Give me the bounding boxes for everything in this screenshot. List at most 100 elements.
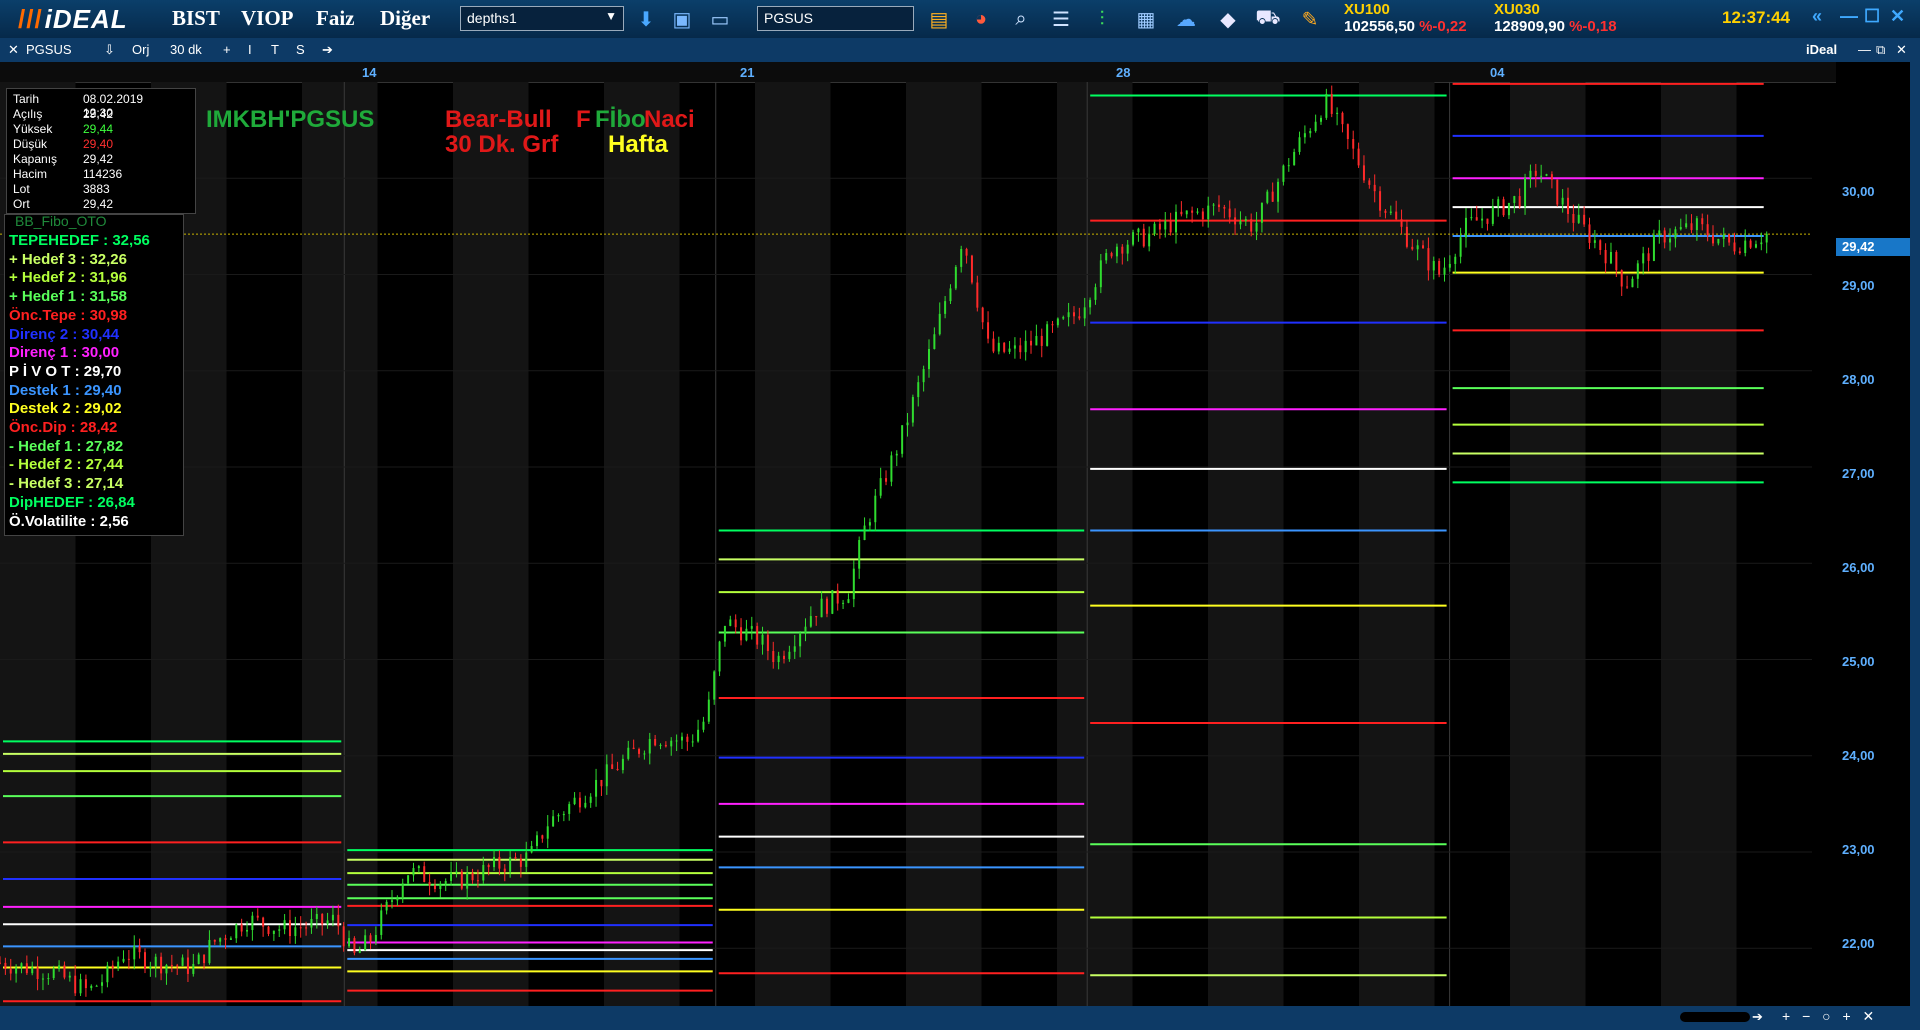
candle-body: [476, 880, 479, 882]
menu-bist[interactable]: BIST: [172, 6, 220, 31]
chart-symbol[interactable]: PGSUS: [26, 42, 72, 57]
candle-body: [1260, 202, 1263, 223]
index-xu030[interactable]: XU030 128909,90 %-0,18: [1494, 1, 1617, 35]
candle-body: [627, 747, 630, 759]
candle-body: [391, 900, 394, 902]
candle-body: [1712, 235, 1715, 244]
candles-icon[interactable]: ⫶: [1088, 5, 1116, 33]
pie-chart-icon[interactable]: ◕: [967, 5, 995, 33]
candle-body: [471, 872, 474, 881]
candle-body: [1239, 220, 1242, 225]
close-chart-icon[interactable]: ✕: [8, 42, 19, 58]
interval-button[interactable]: 30 dk: [170, 42, 202, 57]
minimize-icon[interactable]: —: [1840, 6, 1858, 27]
index-xu100[interactable]: XU100 102556,50 %-0,22: [1344, 1, 1467, 35]
layout-combo[interactable]: depths1 ▼: [460, 6, 624, 31]
period-title: Hafta: [608, 131, 669, 158]
candle-body: [1405, 226, 1408, 247]
ohlc-key: Yüksek: [13, 122, 53, 136]
trend-button[interactable]: T: [271, 42, 279, 57]
folder-icon[interactable]: ▤: [925, 5, 953, 33]
candle-body: [25, 963, 28, 974]
candle-body: [143, 952, 146, 969]
candle-body: [1427, 248, 1430, 271]
candle-body: [1121, 246, 1124, 254]
original-button[interactable]: Orj: [132, 42, 149, 57]
candle-body: [1013, 345, 1016, 349]
candle-body: [541, 835, 544, 839]
symbol-input[interactable]: PGSUS: [757, 6, 914, 31]
search-icon[interactable]: ⌕: [1007, 5, 1035, 33]
candle-body: [197, 954, 200, 964]
ohlc-key: Kapanış: [13, 152, 58, 166]
card-icon[interactable]: ▦: [1132, 5, 1160, 33]
candle-body: [1685, 223, 1688, 228]
index-change: %-0,18: [1569, 18, 1617, 35]
candle-body: [1400, 219, 1403, 227]
candle-body: [1658, 230, 1661, 236]
candle-body: [117, 961, 120, 968]
close-icon[interactable]: ✕: [1896, 42, 1907, 58]
candle-body: [976, 282, 979, 308]
candle-body: [815, 616, 818, 618]
minimize-icon[interactable]: —: [1858, 42, 1871, 57]
list-icon[interactable]: ☰: [1047, 5, 1075, 33]
download-icon[interactable]: ⬇: [632, 5, 660, 33]
price-chart[interactable]: [0, 82, 1836, 1006]
candle-body: [358, 950, 361, 953]
candle-body: [1502, 199, 1505, 216]
close-icon[interactable]: ✕: [1890, 6, 1905, 27]
maximize-icon[interactable]: ☐: [1864, 6, 1880, 27]
forward-icon[interactable]: ➔: [322, 42, 333, 58]
restore-icon[interactable]: ⧉: [1876, 42, 1885, 58]
candle-body: [1368, 180, 1371, 185]
candle-body: [568, 804, 571, 814]
candle-body: [47, 978, 50, 980]
zoom-controls[interactable]: + − ○ + ✕: [1782, 1008, 1878, 1025]
menu-viop[interactable]: VIOP: [241, 6, 294, 31]
menu-faiz[interactable]: Faiz: [316, 6, 354, 31]
candle-body: [1175, 211, 1178, 233]
candle-body: [380, 910, 383, 935]
candle-body: [15, 967, 18, 974]
candle-body: [793, 646, 796, 652]
candle-body: [251, 915, 254, 931]
candle-body: [944, 301, 947, 314]
indicator-button[interactable]: I: [248, 42, 252, 57]
candle-body: [852, 568, 855, 600]
candle-body: [938, 313, 941, 335]
day-band: [302, 82, 378, 1006]
ohlc-value: 29,42: [83, 197, 114, 211]
candle-body: [820, 598, 823, 618]
candle-body: [1293, 151, 1296, 166]
vertical-scrollbar[interactable]: [1910, 62, 1920, 1006]
candle-body: [691, 741, 694, 743]
brush-icon[interactable]: ✎: [1296, 5, 1324, 33]
chart-window-bar: ✕ PGSUS ⇩ Orj 30 dk + I T S ➔ iDeal — ⧉ …: [0, 38, 1920, 62]
candle-body: [1056, 318, 1059, 326]
candle-body: [1110, 253, 1113, 257]
candle-body: [396, 897, 399, 901]
monitor-icon[interactable]: ▭: [706, 5, 734, 33]
candle-body: [9, 969, 12, 974]
zoom-in-button[interactable]: +: [223, 42, 231, 57]
download-icon[interactable]: ⇩: [104, 42, 115, 58]
candle-body: [1583, 214, 1586, 225]
candle-body: [1126, 244, 1129, 254]
menu-diger[interactable]: Diğer: [380, 6, 430, 31]
candle-body: [766, 634, 769, 652]
back-icon[interactable]: «: [1812, 6, 1822, 27]
system-button[interactable]: S: [296, 42, 305, 57]
cloud-icon[interactable]: ☁: [1172, 5, 1200, 33]
save-icon[interactable]: ▣: [668, 5, 696, 33]
box-icon[interactable]: ◆: [1214, 5, 1242, 33]
cart-icon[interactable]: ⛟: [1254, 5, 1282, 33]
scroll-thumb[interactable]: [1680, 1012, 1750, 1022]
bottom-scrollbar[interactable]: ➔ + − ○ + ✕: [0, 1006, 1920, 1030]
candle-body: [1593, 240, 1596, 243]
candle-body: [799, 633, 802, 647]
candle-body: [729, 619, 732, 626]
scroll-right-icon[interactable]: ➔: [1752, 1009, 1763, 1025]
time-label: 04: [1490, 65, 1505, 80]
bear-bull-title: Bear-Bull: [445, 106, 552, 133]
